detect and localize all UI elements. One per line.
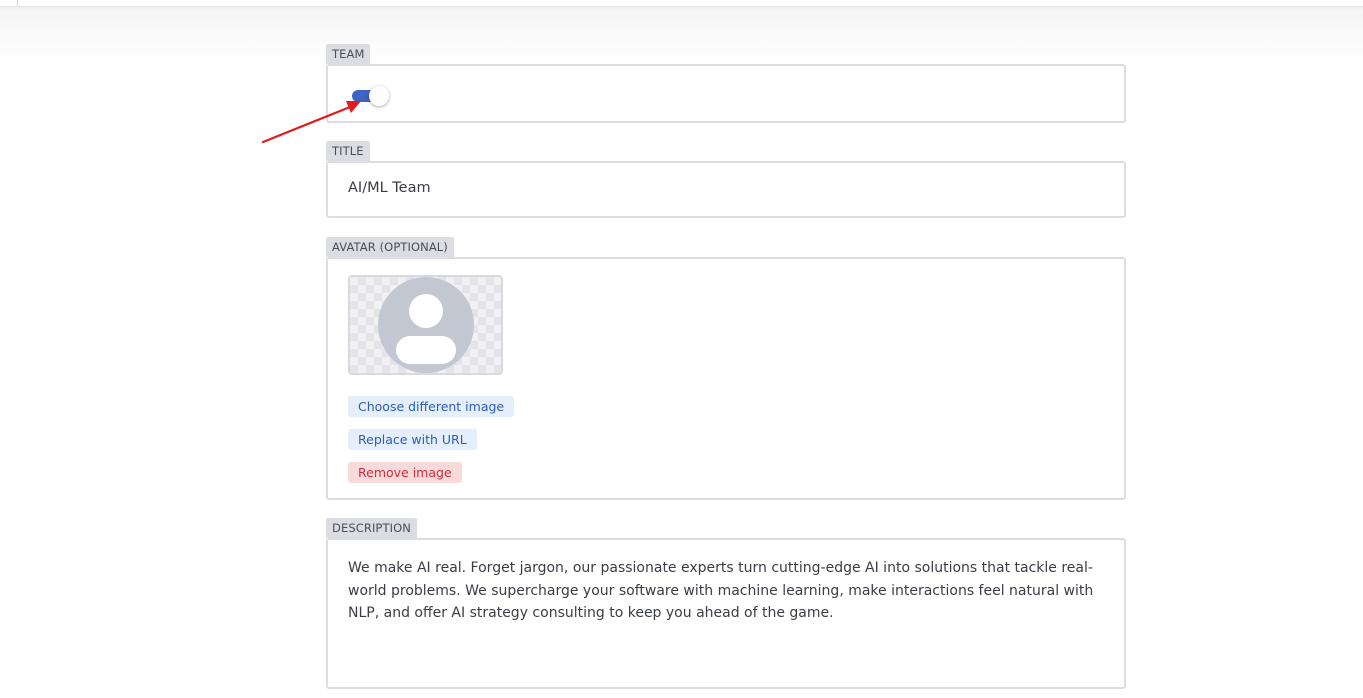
page: TEAM TITLE AI/ML Team AVATAR (OPTIONAL) … [0,0,1363,698]
avatar-label: AVATAR (OPTIONAL) [326,237,454,257]
avatar-preview [348,275,503,375]
avatar-body [396,336,456,364]
title-label: TITLE [326,141,370,161]
avatar-field: Choose different image Replace with URL … [326,257,1126,500]
description-label: DESCRIPTION [326,518,417,538]
avatar-head [409,294,443,328]
team-toggle[interactable] [350,84,390,108]
top-bar-divider [17,0,18,6]
user-placeholder-icon [378,277,474,373]
description-field[interactable]: We make AI real. Forget jargon, our pass… [326,538,1126,689]
toggle-knob [369,86,389,106]
top-bar [0,0,1363,7]
replace-with-url-button[interactable]: Replace with URL [348,429,477,450]
choose-different-image-button[interactable]: Choose different image [348,396,515,417]
title-field[interactable]: AI/ML Team [326,161,1126,218]
team-label: TEAM [326,44,371,64]
team-field [326,64,1126,123]
remove-image-button[interactable]: Remove image [348,462,462,483]
title-input[interactable]: AI/ML Team [348,180,431,196]
description-textarea[interactable]: We make AI real. Forget jargon, our pass… [348,557,1113,625]
